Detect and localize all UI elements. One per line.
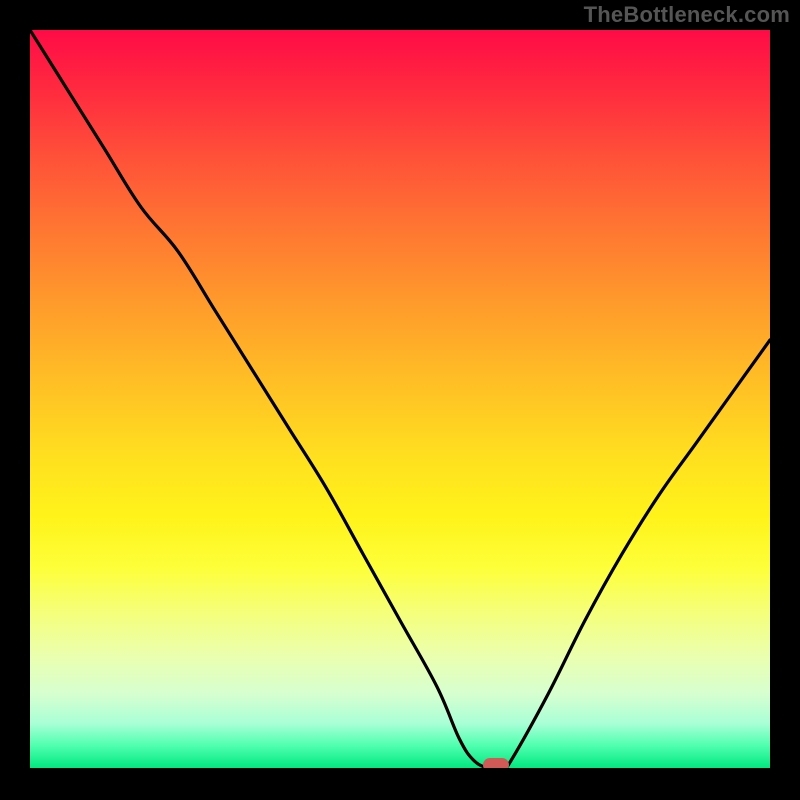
minimum-marker bbox=[483, 758, 509, 768]
attribution-text: TheBottleneck.com bbox=[584, 2, 790, 28]
curve-svg bbox=[30, 30, 770, 768]
bottleneck-curve bbox=[30, 30, 770, 768]
chart-frame: TheBottleneck.com bbox=[0, 0, 800, 800]
plot-area bbox=[30, 30, 770, 768]
